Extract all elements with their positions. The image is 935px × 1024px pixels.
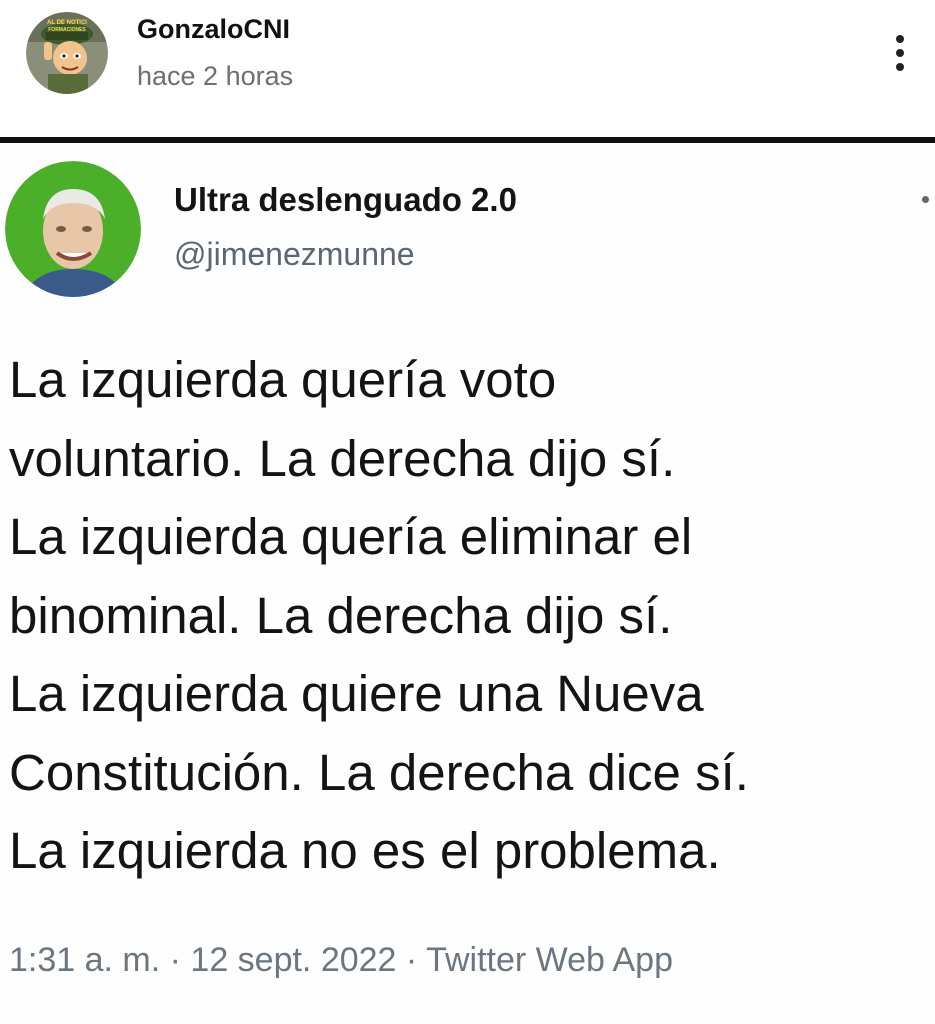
- kebab-dot: [896, 49, 904, 57]
- tweet-metadata: 1:31 a. m. · 12 sept. 2022 · Twitter Web…: [9, 941, 673, 979]
- svg-text:AL DE NOTICI: AL DE NOTICI: [47, 20, 87, 26]
- tweet-handle: @jimenezmunne: [174, 236, 415, 272]
- cartoon-soldier-avatar-icon: AL DE NOTICI FORMACIONES: [26, 12, 108, 94]
- tweet-more-icon: [922, 196, 929, 203]
- svg-text:FORMACIONES: FORMACIONES: [48, 27, 86, 33]
- author-avatar[interactable]: AL DE NOTICI FORMACIONES: [26, 12, 108, 94]
- tweet-text-line: binominal. La derecha dijo sí.: [9, 586, 673, 644]
- tweet-text-line: La izquierda quería voto: [9, 351, 557, 408]
- post-author-name[interactable]: GonzaloCNI: [137, 14, 290, 45]
- kebab-menu-icon[interactable]: [886, 32, 914, 74]
- tweet-screenshot: Ultra deslenguado 2.0 @jimenezmunne La i…: [0, 143, 935, 1024]
- post-header: AL DE NOTICI FORMACIONES GonzaloCNI hace…: [0, 0, 935, 130]
- tweet-text-line: voluntario. La derecha dijo sí.: [9, 429, 676, 487]
- man-portrait-avatar-icon: [5, 161, 141, 297]
- post-timestamp: hace 2 horas: [137, 61, 294, 91]
- tweet-text-line: La izquierda no es el problema.: [9, 822, 721, 879]
- kebab-dot: [896, 35, 904, 43]
- tweet-text-line: La izquierda quería eliminar el: [9, 508, 693, 565]
- tweet-author-avatar: [5, 161, 141, 297]
- tweet-text-line: Constitución. La derecha dice sí.: [9, 743, 749, 801]
- kebab-dot: [896, 63, 904, 71]
- tweet-display-name: Ultra deslenguado 2.0: [174, 181, 517, 218]
- tweet-text-line: La izquierda quiere una Nueva: [9, 665, 704, 722]
- tweet-text: La izquierda quería voto voluntario. La …: [9, 341, 934, 891]
